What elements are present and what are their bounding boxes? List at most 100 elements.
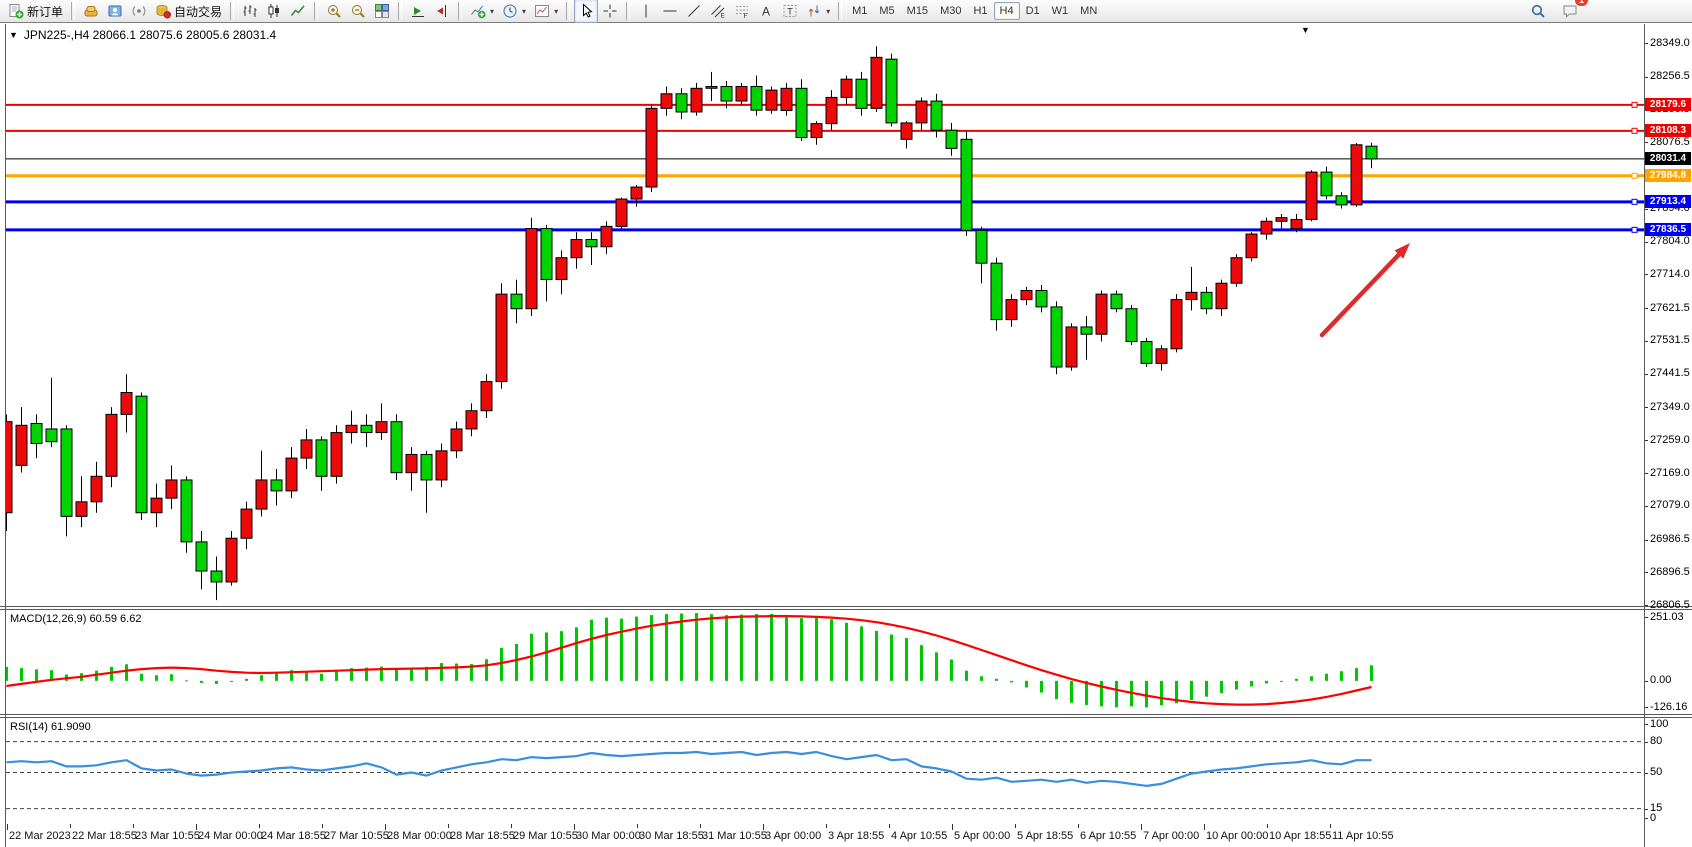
price-tick-label: 28076.5 <box>1650 136 1690 148</box>
new-order-button[interactable]: 新订单 <box>4 0 67 23</box>
time-axis-label: 24 Mar 00:00 <box>198 830 263 842</box>
time-axis-label: 29 Mar 10:55 <box>513 830 578 842</box>
time-tick-mark <box>637 824 638 828</box>
price-tick-label: 27441.5 <box>1650 367 1690 379</box>
bars-chart-button[interactable] <box>238 0 262 23</box>
level-price-badge: 27913.4 <box>1645 195 1691 208</box>
fibonacci-button[interactable]: F <box>730 0 754 23</box>
main-chart[interactable] <box>6 26 1644 606</box>
macd-label: MACD(12,26,9) 60.59 6.62 <box>10 613 141 625</box>
chevron-down-icon: ▾ <box>490 7 494 16</box>
chevron-down-icon: ▾ <box>554 7 558 16</box>
search-button[interactable] <box>1526 0 1550 23</box>
autotrading-label: 自动交易 <box>174 3 222 20</box>
zoom-in-icon <box>326 3 342 19</box>
macd-histogram <box>6 613 1373 707</box>
level-line-handle[interactable] <box>1632 227 1637 232</box>
time-tick-mark <box>763 824 764 830</box>
level-line-handle[interactable] <box>1632 128 1637 133</box>
price-tick-label: 26896.5 <box>1650 566 1690 578</box>
annotation-arrow[interactable] <box>1322 243 1410 335</box>
candles-chart-button[interactable] <box>262 0 286 23</box>
timeframe-m5[interactable]: M5 <box>873 2 900 20</box>
chart-shift-button[interactable] <box>430 0 454 23</box>
text-label-icon: T <box>782 3 798 19</box>
price-tick-label: 27531.5 <box>1650 334 1690 346</box>
timeframe-m1[interactable]: M1 <box>846 2 873 20</box>
periods-button[interactable]: ▾ <box>498 0 530 23</box>
time-tick-mark <box>259 824 260 828</box>
time-tick-mark <box>700 824 701 828</box>
crosshair-button[interactable] <box>598 0 622 23</box>
chat-button[interactable]: 1 <box>1558 0 1582 23</box>
macd-tick-label: 0.00 <box>1650 674 1671 686</box>
price-tick-label: 28256.5 <box>1650 70 1690 82</box>
chevron-down-icon: ▾ <box>826 7 830 16</box>
autotrading-button[interactable]: 自动交易 <box>151 0 226 23</box>
price-tick-label: 27079.0 <box>1650 499 1690 511</box>
text-icon: A <box>758 3 774 19</box>
time-axis-label: 3 Apr 18:55 <box>828 830 884 842</box>
notification-badge: 1 <box>1575 0 1588 6</box>
new-order-icon <box>8 3 24 19</box>
channel-button[interactable]: E <box>706 0 730 23</box>
zoom-out-button[interactable] <box>346 0 370 23</box>
auto-scroll-button[interactable] <box>406 0 430 23</box>
time-tick-mark <box>1078 824 1079 828</box>
mt4-terminal: 新订单 自动交易 ▾ ▾ ▾ EFAT ▾ M1M5M15M30H1H4D1W1MN 1 ▼ J… <box>0 0 1692 847</box>
text-label-button[interactable]: T <box>778 0 802 23</box>
chart-window: ▼ JPN225-,H4 28066.1 28075.6 28005.6 280… <box>0 24 1692 847</box>
arrows-button[interactable]: ▾ <box>802 0 834 23</box>
fibonacci-icon: F <box>734 3 750 19</box>
level-line-handle[interactable] <box>1632 199 1637 204</box>
timeframe-m30[interactable]: M30 <box>934 2 967 20</box>
time-axis-label: 22 Mar 2023 <box>9 830 71 842</box>
rsi-label: RSI(14) 61.9090 <box>10 721 91 733</box>
toolbar-separator <box>314 2 318 20</box>
macd-tick-label: -126.16 <box>1650 701 1687 713</box>
horizontal-line-button[interactable] <box>658 0 682 23</box>
deposit-button[interactable] <box>79 0 103 23</box>
time-axis[interactable]: 22 Mar 202322 Mar 18:5523 Mar 10:5524 Ma… <box>0 824 1692 847</box>
toolbar-separator <box>838 2 842 20</box>
timeframe-m15[interactable]: M15 <box>901 2 934 20</box>
channel-icon: E <box>710 3 726 19</box>
time-axis-label: 23 Mar 10:55 <box>135 830 200 842</box>
level-price-badge: 28108.3 <box>1645 124 1691 137</box>
community-button[interactable] <box>103 0 127 23</box>
toolbar-separator <box>71 2 75 20</box>
price-axis[interactable]: 28349.028256.528166.528076.527894.027804… <box>1644 24 1692 847</box>
periods-icon <box>502 3 518 19</box>
time-tick-mark <box>322 824 323 828</box>
timeframe-w1[interactable]: W1 <box>1046 2 1075 20</box>
timeframe-mn[interactable]: MN <box>1074 2 1103 20</box>
cursor-button[interactable] <box>574 0 598 23</box>
vertical-line-button[interactable] <box>634 0 658 23</box>
chat-icon <box>1562 3 1578 19</box>
one-click-trading-toggle[interactable]: ▼ <box>9 30 18 40</box>
trendline-button[interactable] <box>682 0 706 23</box>
crosshair-icon <box>602 3 618 19</box>
rsi-panel[interactable] <box>6 718 1644 824</box>
macd-panel[interactable] <box>6 610 1644 714</box>
tile-windows-button[interactable] <box>370 0 394 23</box>
plot-right-border <box>1644 24 1645 847</box>
zoom-out-icon <box>350 3 366 19</box>
time-axis-label: 30 Mar 18:55 <box>639 830 704 842</box>
toolbar-separator <box>566 2 570 20</box>
toolbar-separator <box>230 2 234 20</box>
rsi-line <box>7 752 1372 786</box>
text-button[interactable]: A <box>754 0 778 23</box>
price-tick-label: 27714.0 <box>1650 268 1690 280</box>
line-chart-button[interactable] <box>286 0 310 23</box>
level-line-handle[interactable] <box>1632 102 1637 107</box>
timeframe-h1[interactable]: H1 <box>967 2 993 20</box>
indicators-button[interactable]: ▾ <box>466 0 498 23</box>
timeframe-h4[interactable]: H4 <box>994 2 1020 20</box>
zoom-in-button[interactable] <box>322 0 346 23</box>
level-line-handle[interactable] <box>1632 173 1637 178</box>
price-tick-label: 27169.0 <box>1650 467 1690 479</box>
timeframe-d1[interactable]: D1 <box>1020 2 1046 20</box>
signals-button[interactable] <box>127 0 151 23</box>
templates-button[interactable]: ▾ <box>530 0 562 23</box>
